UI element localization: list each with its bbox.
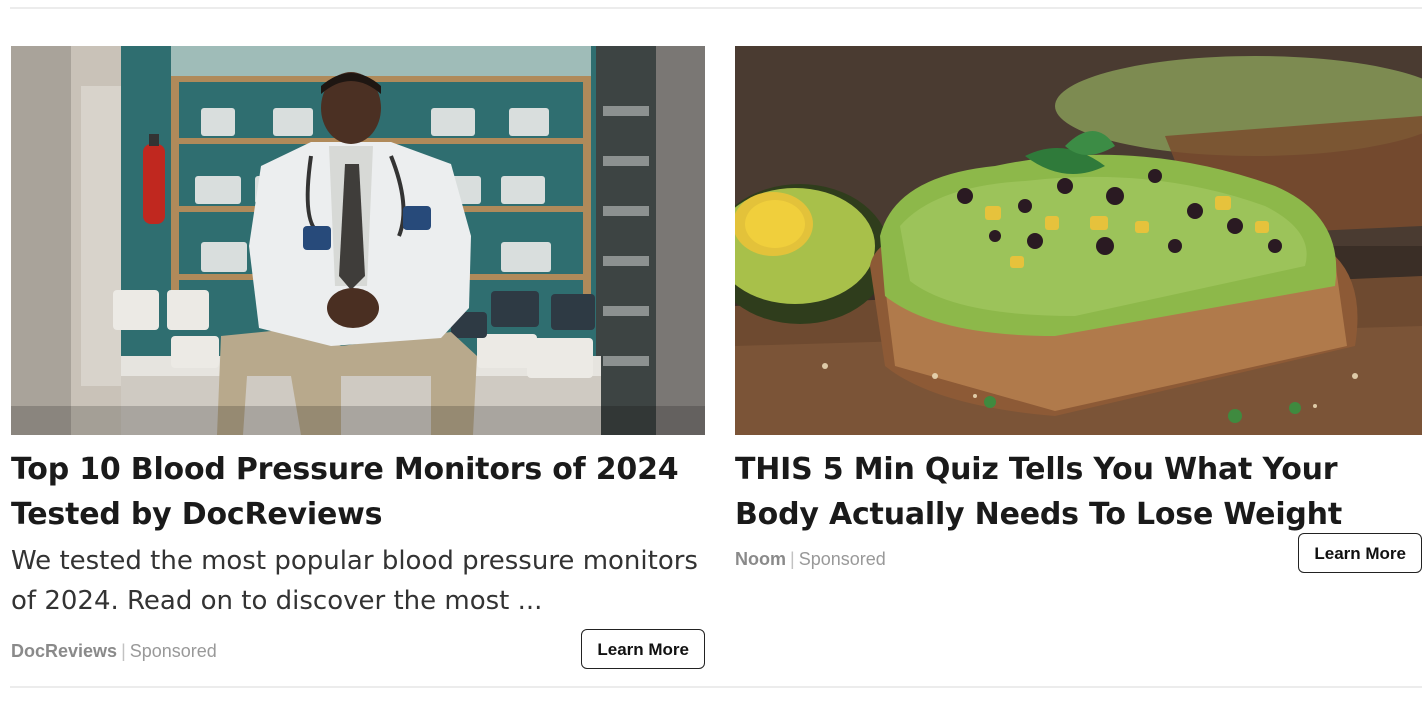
avocado-toast-illustration	[735, 46, 1422, 435]
meta-separator: |	[790, 549, 795, 569]
ad-headline[interactable]: Top 10 Blood Pressure Monitors of 2024 T…	[11, 447, 705, 537]
sponsored-label: Sponsored	[798, 549, 886, 569]
ad-image-avocado-toast[interactable]	[735, 46, 1422, 435]
ad-card-blood-pressure[interactable]: Top 10 Blood Pressure Monitors of 2024 T…	[11, 46, 705, 673]
ad-description[interactable]: We tested the most popular blood pressur…	[11, 541, 705, 621]
ad-card-noom[interactable]: THIS 5 Min Quiz Tells You What Your Body…	[735, 46, 1422, 589]
ad-brand[interactable]: DocReviews	[11, 641, 117, 661]
ad-image-doctor[interactable]	[11, 46, 705, 435]
ad-source: DocReviews | Sponsored	[11, 641, 217, 662]
learn-more-button[interactable]: Learn More	[581, 629, 705, 669]
learn-more-button[interactable]: Learn More	[1298, 533, 1422, 573]
meta-separator: |	[121, 641, 126, 661]
ad-source: Noom | Sponsored	[735, 549, 886, 570]
ad-meta-row: DocReviews | Sponsored Learn More	[11, 629, 705, 673]
ad-brand[interactable]: Noom	[735, 549, 786, 569]
doctor-illustration	[11, 46, 705, 435]
top-divider	[10, 7, 1422, 9]
sponsored-label: Sponsored	[129, 641, 217, 661]
ad-headline[interactable]: THIS 5 Min Quiz Tells You What Your Body…	[735, 447, 1422, 537]
ad-meta-row: Noom | Sponsored Learn More	[735, 533, 1422, 589]
bottom-divider	[10, 686, 1422, 688]
